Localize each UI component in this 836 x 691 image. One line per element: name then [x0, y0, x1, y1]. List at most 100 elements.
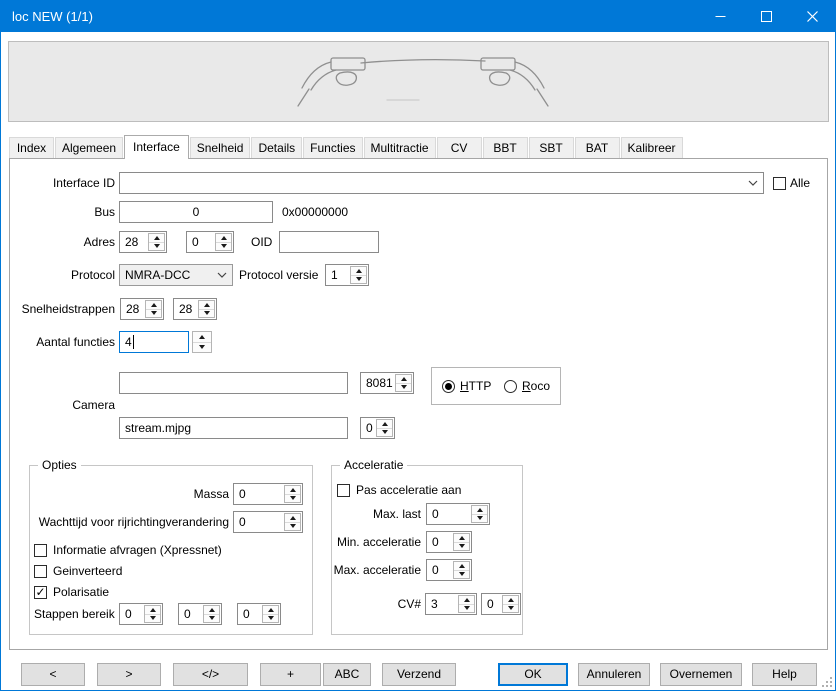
titlebar[interactable]: loc NEW (1/1) — [1, 1, 835, 32]
alle-checkbox[interactable]: Alle — [773, 175, 810, 191]
next-button[interactable]: > — [97, 663, 161, 686]
snelheidstrappen-spinner-1[interactable]: 28 — [120, 298, 164, 320]
spin-up-icon[interactable] — [377, 420, 392, 429]
tab-multitractie[interactable]: Multitractie — [364, 137, 436, 158]
interface-id-combobox[interactable] — [119, 172, 764, 194]
tab-interface[interactable]: Interface — [124, 135, 189, 159]
stappen-bereik-spinner-3[interactable]: 0 — [237, 603, 281, 625]
spin-down-icon[interactable] — [285, 523, 300, 531]
stappen-bereik-spinner-1[interactable]: 0 — [119, 603, 163, 625]
camera-stream-input[interactable] — [119, 417, 348, 439]
maximize-button[interactable] — [743, 1, 789, 32]
protocol-combobox[interactable]: NMRA-DCC — [119, 264, 233, 286]
acceleratie-groupbox-title: Acceleratie — [340, 458, 407, 473]
abc-button[interactable]: ABC — [323, 663, 371, 686]
bus-input[interactable] — [119, 201, 273, 223]
stappen-bereik-spinner-2[interactable]: 0 — [178, 603, 222, 625]
adres-spinner-2[interactable]: 0 — [186, 231, 234, 253]
spin-up-icon[interactable] — [285, 514, 300, 523]
cv-spinner-2[interactable]: 0 — [481, 593, 521, 615]
spin-up-icon[interactable] — [472, 506, 487, 515]
code-button[interactable]: </> — [173, 663, 248, 686]
camera-url-input[interactable] — [119, 372, 348, 394]
tab-snelheid[interactable]: Snelheid — [190, 137, 251, 158]
tab-kalibreer[interactable]: Kalibreer — [621, 137, 683, 158]
cv-spinner-1[interactable]: 3 — [425, 593, 477, 615]
verzend-button[interactable]: Verzend — [382, 663, 456, 686]
spin-down-icon[interactable] — [263, 615, 278, 623]
tab-details[interactable]: Details — [251, 137, 302, 158]
add-button[interactable]: + — [260, 663, 321, 686]
spin-down-icon[interactable] — [149, 243, 164, 251]
camera-index-spinner[interactable]: 0 — [360, 417, 395, 439]
camera-port-spinner[interactable]: 8081 — [360, 372, 414, 394]
prev-button[interactable]: < — [21, 663, 85, 686]
protocol-label: Protocol — [31, 264, 115, 286]
spin-down-icon[interactable] — [145, 615, 160, 623]
spin-down-icon[interactable] — [146, 310, 161, 318]
massa-spinner[interactable]: 0 — [233, 483, 303, 505]
spin-down-icon[interactable] — [459, 605, 474, 613]
camera-label: Camera — [31, 394, 115, 416]
snelheidstrappen-spinner-2[interactable]: 28 — [173, 298, 217, 320]
tab-functies[interactable]: Functies — [303, 137, 362, 158]
stappen-bereik-value-1: 0 — [120, 604, 143, 624]
polarisatie-checkbox[interactable]: ✓ Polarisatie — [34, 584, 109, 600]
spin-up-icon[interactable] — [199, 301, 214, 310]
spin-up-icon[interactable] — [193, 332, 211, 343]
spin-down-icon[interactable] — [204, 615, 219, 623]
spin-up-icon[interactable] — [216, 234, 231, 243]
minimize-button[interactable] — [697, 1, 743, 32]
spin-up-icon[interactable] — [204, 606, 219, 615]
spin-up-icon[interactable] — [149, 234, 164, 243]
spin-up-icon[interactable] — [145, 606, 160, 615]
spin-down-icon[interactable] — [199, 310, 214, 318]
spin-up-icon[interactable] — [503, 596, 518, 605]
min-acceleratie-spinner[interactable]: 0 — [426, 531, 472, 553]
spin-down-icon[interactable] — [216, 243, 231, 251]
spin-up-icon[interactable] — [285, 486, 300, 495]
resize-grip[interactable] — [820, 675, 832, 687]
pas-acceleratie-checkbox[interactable]: Pas acceleratie aan — [337, 482, 461, 498]
spin-down-icon[interactable] — [396, 384, 411, 392]
tab-cv[interactable]: CV — [437, 137, 482, 158]
spin-down-icon[interactable] — [351, 276, 366, 284]
opties-groupbox-title: Opties — [38, 458, 81, 473]
geinverteerd-checkbox[interactable]: Geinverteerd — [34, 563, 122, 579]
ok-button[interactable]: OK — [498, 663, 568, 686]
adres-spinner-1[interactable]: 28 — [119, 231, 167, 253]
tab-index[interactable]: Index — [9, 137, 54, 158]
overnemen-button[interactable]: Overnemen — [660, 663, 742, 686]
spin-down-icon[interactable] — [193, 343, 211, 353]
http-radio[interactable]: HTTP — [442, 378, 491, 394]
tab-bbt[interactable]: BBT — [483, 137, 528, 158]
max-last-spinner[interactable]: 0 — [426, 503, 490, 525]
tab-sbt[interactable]: SBT — [529, 137, 574, 158]
help-button[interactable]: Help — [752, 663, 817, 686]
spin-down-icon[interactable] — [454, 571, 469, 579]
roco-radio[interactable]: Roco — [504, 378, 550, 394]
spin-down-icon[interactable] — [472, 515, 487, 523]
spin-down-icon[interactable] — [503, 605, 518, 613]
wachttijd-spinner[interactable]: 0 — [233, 511, 303, 533]
annuleren-button[interactable]: Annuleren — [578, 663, 650, 686]
close-button[interactable] — [789, 1, 835, 32]
checkbox-box — [337, 484, 350, 497]
protocol-versie-spinner[interactable]: 1 — [325, 264, 369, 286]
spin-down-icon[interactable] — [285, 495, 300, 503]
tab-bat[interactable]: BAT — [575, 137, 620, 158]
spin-up-icon[interactable] — [459, 596, 474, 605]
spin-down-icon[interactable] — [454, 543, 469, 551]
spin-up-icon[interactable] — [396, 375, 411, 384]
aantal-functies-input[interactable]: 4 — [119, 331, 189, 353]
spin-up-icon[interactable] — [263, 606, 278, 615]
spin-up-icon[interactable] — [146, 301, 161, 310]
spin-up-icon[interactable] — [351, 267, 366, 276]
oid-input[interactable] — [279, 231, 379, 253]
spin-up-icon[interactable] — [454, 534, 469, 543]
max-acceleratie-spinner[interactable]: 0 — [426, 559, 472, 581]
spin-down-icon[interactable] — [377, 429, 392, 437]
informatie-afvragen-checkbox[interactable]: Informatie afvragen (Xpressnet) — [34, 542, 222, 558]
tab-algemeen[interactable]: Algemeen — [55, 137, 123, 158]
spin-up-icon[interactable] — [454, 562, 469, 571]
